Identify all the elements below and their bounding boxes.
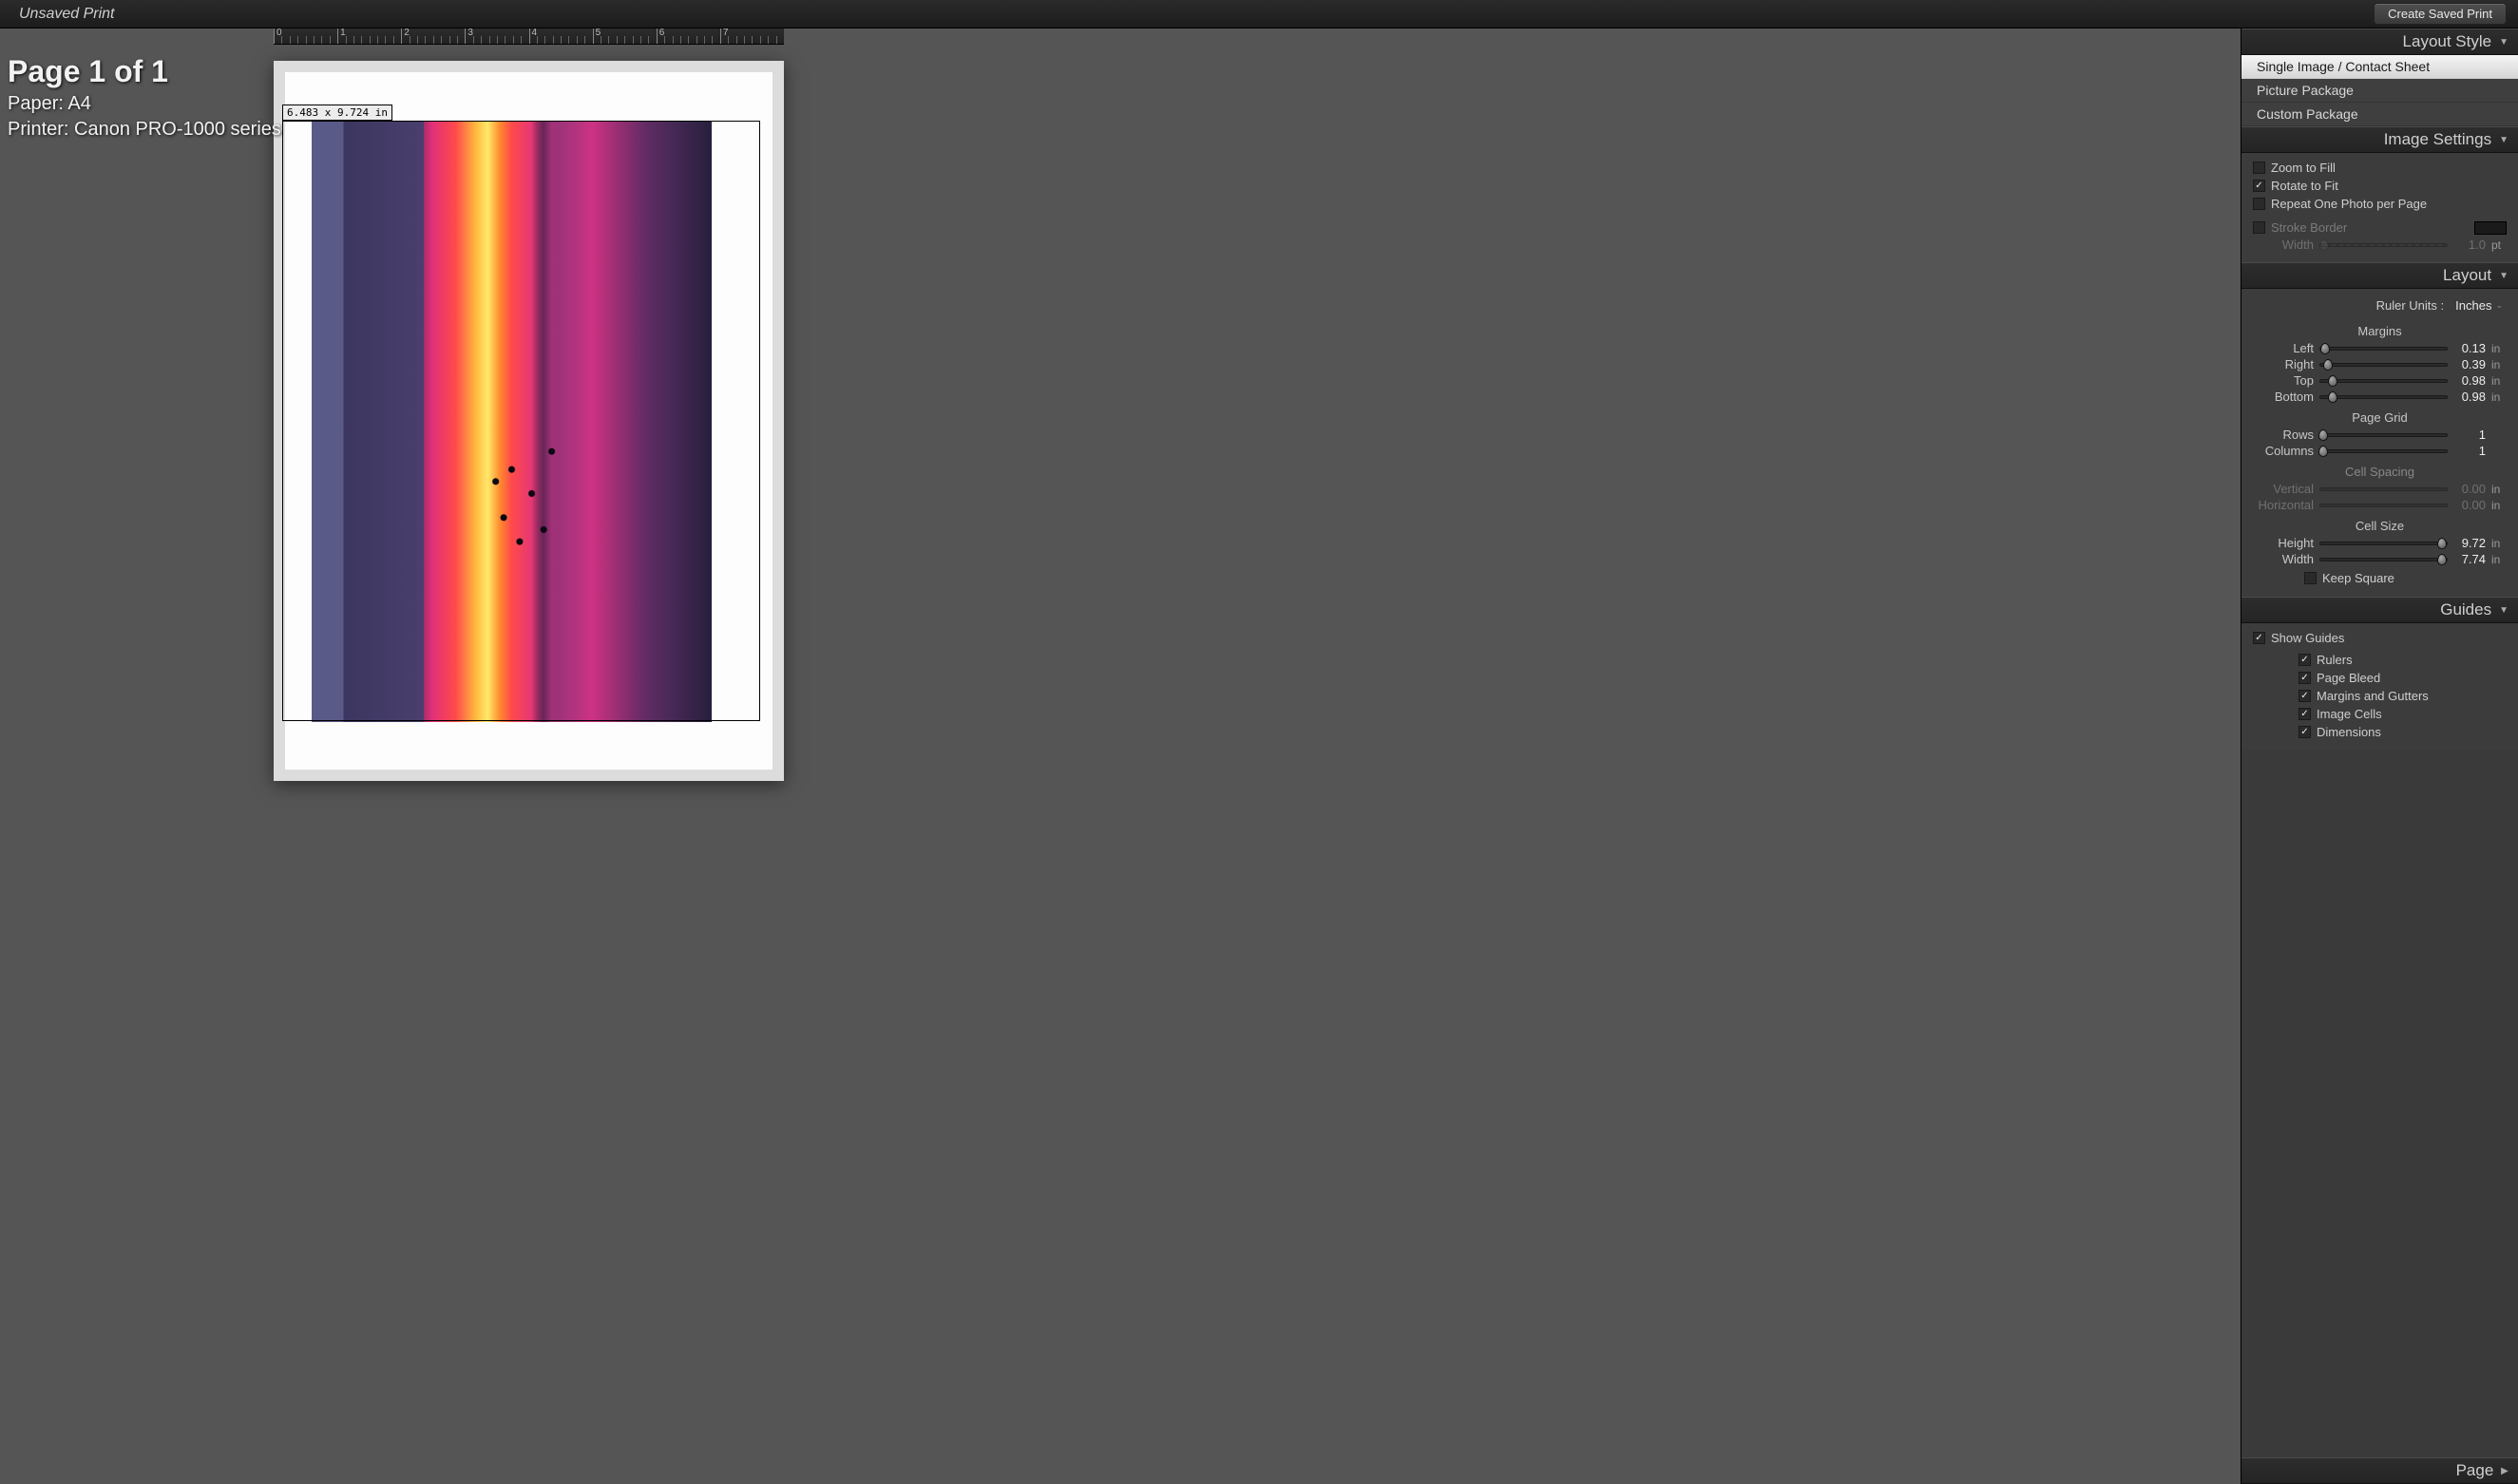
ruler-units-label: Ruler Units : bbox=[2257, 298, 2448, 313]
slider-value: 0.00 bbox=[2453, 482, 2486, 496]
layout-style-list: Single Image / Contact SheetPicture Pack… bbox=[2241, 55, 2518, 126]
grid-columns-slider[interactable] bbox=[2319, 449, 2448, 453]
slider-label: Right bbox=[2253, 357, 2314, 371]
cellspacing-horizontal-slider bbox=[2319, 504, 2448, 507]
guide-bleed-checkbox[interactable] bbox=[2299, 672, 2311, 684]
ruler-units-dropdown[interactable]: Inches ⌄ bbox=[2455, 298, 2503, 313]
guide-rulers-checkbox[interactable] bbox=[2299, 654, 2311, 666]
slider-unit: in bbox=[2491, 553, 2507, 566]
margins-heading: Margins bbox=[2253, 324, 2507, 338]
margin-right-slider[interactable] bbox=[2319, 363, 2448, 367]
disclosure-triangle-icon: ▼ bbox=[2499, 135, 2508, 145]
margin-bottom-slider[interactable] bbox=[2319, 395, 2448, 399]
slider-value: 0.00 bbox=[2453, 498, 2486, 512]
slider-unit: in bbox=[2491, 342, 2507, 355]
slider-value: 1 bbox=[2453, 428, 2486, 442]
slider-label: Width bbox=[2253, 552, 2314, 566]
cellspacing-vertical-slider bbox=[2319, 487, 2448, 491]
grid-rows-slider[interactable] bbox=[2319, 433, 2448, 437]
slider-unit: in bbox=[2491, 537, 2507, 550]
slider-value: 0.39 bbox=[2453, 357, 2486, 371]
stroke-border-color-swatch[interactable] bbox=[2474, 221, 2507, 235]
disclosure-triangle-icon: ▼ bbox=[2499, 271, 2508, 281]
repeat-one-photo-label: Repeat One Photo per Page bbox=[2271, 197, 2427, 211]
stroke-width-value: 1.0 bbox=[2453, 238, 2486, 252]
image-cell-guide bbox=[282, 121, 760, 721]
layout-style-header[interactable]: Layout Style ▼ bbox=[2241, 29, 2518, 55]
cell-dimensions-label: 6.483 x 9.724 in bbox=[282, 105, 392, 121]
layout-style-option[interactable]: Single Image / Contact Sheet bbox=[2241, 55, 2518, 79]
page-panel-header[interactable]: Page ◀ bbox=[2241, 1457, 2518, 1484]
page-grid-heading: Page Grid bbox=[2253, 410, 2507, 425]
slider-unit: in bbox=[2491, 483, 2507, 496]
disclosure-triangle-icon: ▼ bbox=[2499, 37, 2508, 48]
slider-label: Bottom bbox=[2253, 390, 2314, 404]
guide-cells-checkbox[interactable] bbox=[2299, 708, 2311, 720]
page-counter: Page 1 of 1 bbox=[8, 52, 281, 90]
stroke-width-slider[interactable] bbox=[2319, 243, 2448, 247]
guide-margins-label: Margins and Gutters bbox=[2317, 689, 2429, 703]
stroke-width-unit: pt bbox=[2491, 238, 2507, 252]
show-guides-label: Show Guides bbox=[2271, 631, 2344, 645]
printer-info: Printer: Canon PRO-1000 series bbox=[8, 118, 281, 142]
layout-style-option[interactable]: Picture Package bbox=[2241, 79, 2518, 103]
guide-margins-checkbox[interactable] bbox=[2299, 690, 2311, 702]
zoom-to-fill-checkbox[interactable] bbox=[2253, 162, 2265, 174]
guide-cells-label: Image Cells bbox=[2317, 707, 2382, 721]
layout-header[interactable]: Layout ▼ bbox=[2241, 262, 2518, 289]
slider-unit: in bbox=[2491, 358, 2507, 371]
slider-value: 0.98 bbox=[2453, 373, 2486, 388]
zoom-to-fill-label: Zoom to Fill bbox=[2271, 161, 2336, 175]
slider-value: 1 bbox=[2453, 444, 2486, 458]
guide-bleed-label: Page Bleed bbox=[2317, 671, 2380, 685]
disclosure-triangle-icon: ▼ bbox=[2499, 605, 2508, 616]
margin-left-slider[interactable] bbox=[2319, 347, 2448, 351]
cellsize-height-slider[interactable] bbox=[2319, 542, 2448, 545]
dropdown-caret-icon: ⌄ bbox=[2495, 300, 2503, 311]
keep-square-checkbox[interactable] bbox=[2304, 572, 2317, 584]
keep-square-label: Keep Square bbox=[2322, 571, 2394, 585]
guide-dims-label: Dimensions bbox=[2317, 725, 2381, 739]
slider-label: Columns bbox=[2253, 444, 2314, 458]
slider-label: Horizontal bbox=[2253, 498, 2314, 512]
margin-top-slider[interactable] bbox=[2319, 379, 2448, 383]
slider-unit: in bbox=[2491, 390, 2507, 404]
rotate-to-fit-checkbox[interactable] bbox=[2253, 180, 2265, 192]
slider-label: Height bbox=[2253, 536, 2314, 550]
guide-dims-checkbox[interactable] bbox=[2299, 726, 2311, 738]
slider-label: Rows bbox=[2253, 428, 2314, 442]
slider-label: Left bbox=[2253, 341, 2314, 355]
stroke-border-checkbox[interactable] bbox=[2253, 221, 2265, 234]
create-saved-print-button[interactable]: Create Saved Print bbox=[2374, 3, 2507, 25]
stroke-width-label: Width bbox=[2253, 238, 2314, 252]
paper-info: Paper: A4 bbox=[8, 92, 281, 116]
horizontal-ruler: 012345678 bbox=[274, 29, 784, 45]
slider-label: Vertical bbox=[2253, 482, 2314, 496]
rotate-to-fit-label: Rotate to Fit bbox=[2271, 179, 2338, 193]
page-preview[interactable]: 6.483 x 9.724 in bbox=[274, 61, 784, 781]
slider-value: 7.74 bbox=[2453, 552, 2486, 566]
show-guides-checkbox[interactable] bbox=[2253, 632, 2265, 644]
stroke-border-label: Stroke Border bbox=[2271, 220, 2347, 235]
slider-unit: in bbox=[2491, 499, 2507, 512]
slider-value: 9.72 bbox=[2453, 536, 2486, 550]
slider-value: 0.98 bbox=[2453, 390, 2486, 404]
print-preview-area: 012345678 6.483 x 9.724 in Page 1 of 1 P… bbox=[0, 29, 2241, 1484]
guides-header[interactable]: Guides ▼ bbox=[2241, 597, 2518, 623]
slider-label: Top bbox=[2253, 373, 2314, 388]
cell-size-heading: Cell Size bbox=[2253, 519, 2507, 533]
cell-spacing-heading: Cell Spacing bbox=[2253, 465, 2507, 479]
print-title: Unsaved Print bbox=[19, 6, 2374, 23]
guide-rulers-label: Rulers bbox=[2317, 653, 2353, 667]
slider-unit: in bbox=[2491, 374, 2507, 388]
slider-value: 0.13 bbox=[2453, 341, 2486, 355]
cellsize-width-slider[interactable] bbox=[2319, 558, 2448, 561]
layout-style-option[interactable]: Custom Package bbox=[2241, 103, 2518, 126]
repeat-one-photo-checkbox[interactable] bbox=[2253, 198, 2265, 210]
image-settings-header[interactable]: Image Settings ▼ bbox=[2241, 126, 2518, 153]
disclosure-triangle-icon: ◀ bbox=[2501, 1466, 2508, 1476]
